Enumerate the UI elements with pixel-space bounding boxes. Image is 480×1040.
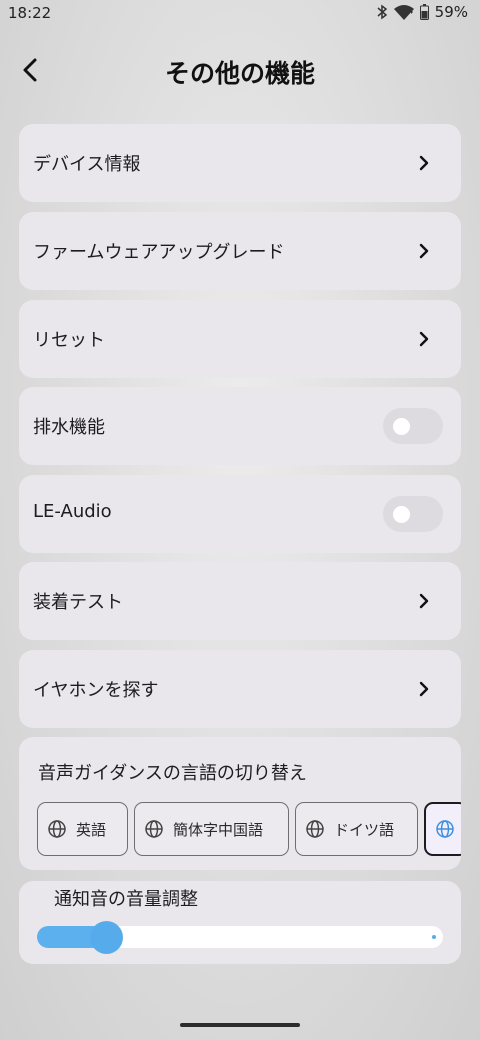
toggle-knob	[393, 418, 410, 435]
language-section-title: 音声ガイダンスの言語の切り替え	[38, 763, 307, 784]
notification-volume-card: 通知音の音量調整	[19, 881, 461, 964]
wifi-icon	[393, 4, 414, 20]
globe-icon	[48, 820, 66, 838]
menu-item-label: デバイス情報	[33, 154, 141, 175]
menu-item-label: ファームウェアアップグレード	[33, 242, 285, 263]
menu-item-firmware-upgrade[interactable]: ファームウェアアップグレード	[19, 212, 461, 290]
chevron-right-icon	[419, 243, 429, 259]
status-bar: 18:22 59%	[0, 0, 480, 26]
home-indicator[interactable]	[180, 1023, 300, 1027]
le-audio-toggle[interactable]	[383, 496, 443, 532]
chevron-right-icon	[419, 681, 429, 697]
language-option-label: 英語	[76, 820, 107, 839]
status-time: 18:22	[8, 4, 52, 22]
menu-item-label: 装着テスト	[33, 592, 123, 613]
menu-item-label: リセット	[33, 330, 105, 351]
battery-icon	[419, 4, 429, 20]
status-icons: 59%	[377, 3, 468, 21]
globe-icon	[436, 820, 454, 838]
menu-item-device-info[interactable]: デバイス情報	[19, 124, 461, 202]
drain-function-toggle[interactable]	[383, 408, 443, 444]
voice-guide-language-card: 音声ガイダンスの言語の切り替え 英語 簡体字中国語 ドイツ語	[19, 737, 461, 870]
menu-item-find-earbuds[interactable]: イヤホンを探す	[19, 650, 461, 728]
language-option-english[interactable]: 英語	[37, 802, 128, 856]
language-option-selected[interactable]	[424, 802, 461, 856]
volume-section-title: 通知音の音量調整	[54, 889, 198, 910]
language-option-german[interactable]: ドイツ語	[295, 802, 418, 856]
page-title: その他の機能	[164, 59, 315, 88]
globe-icon	[306, 820, 324, 838]
toggle-knob	[393, 506, 410, 523]
volume-slider-thumb[interactable]	[90, 921, 123, 954]
chevron-right-icon	[419, 593, 429, 609]
slider-end-dot	[432, 935, 436, 939]
battery-level: 59%	[434, 3, 468, 21]
language-option-simplified-chinese[interactable]: 簡体字中国語	[134, 802, 289, 856]
header: その他の機能	[0, 44, 480, 100]
menu-item-le-audio: LE-Audio	[19, 475, 461, 553]
menu-item-drain-function: 排水機能	[19, 387, 461, 465]
menu-item-reset[interactable]: リセット	[19, 300, 461, 378]
chevron-right-icon	[419, 155, 429, 171]
bluetooth-icon	[377, 4, 388, 20]
globe-icon	[145, 820, 163, 838]
language-options: 英語 簡体字中国語 ドイツ語	[37, 802, 461, 858]
menu-item-fit-test[interactable]: 装着テスト	[19, 562, 461, 640]
menu-item-label: イヤホンを探す	[33, 680, 159, 701]
language-option-label: ドイツ語	[334, 820, 395, 839]
language-option-label: 簡体字中国語	[173, 820, 264, 839]
menu-item-label: LE-Audio	[33, 501, 112, 522]
chevron-right-icon	[419, 331, 429, 347]
volume-slider[interactable]	[37, 921, 443, 954]
menu-item-label: 排水機能	[33, 417, 105, 438]
